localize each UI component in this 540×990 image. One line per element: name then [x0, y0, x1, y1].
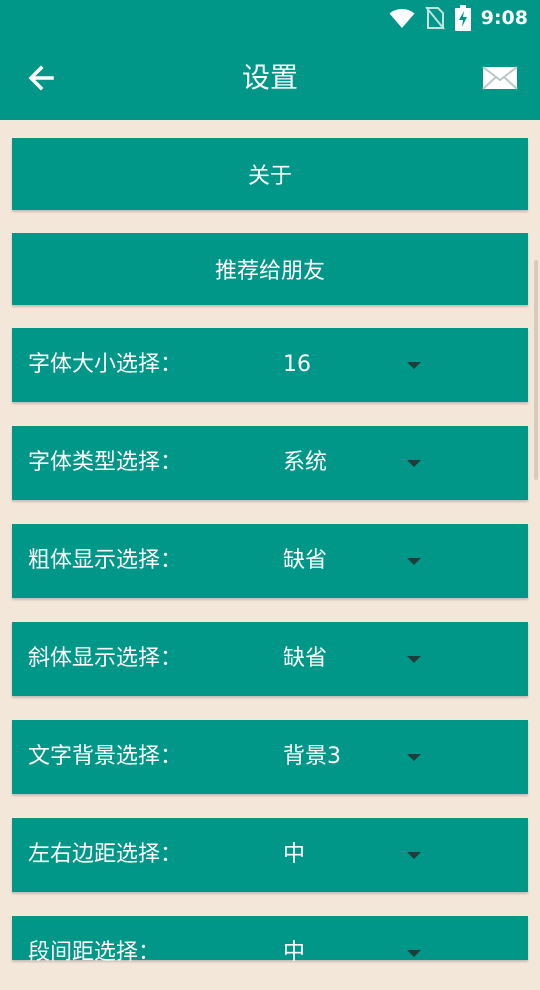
caret-down-icon	[407, 558, 421, 565]
caret-down-icon	[407, 754, 421, 761]
status-time: 9:08	[480, 7, 528, 29]
font-type-select[interactable]: 字体类型选择： 系统	[12, 426, 528, 500]
mail-icon	[482, 66, 518, 90]
status-icons: 9:08	[389, 4, 528, 32]
page-title: 设置	[241, 61, 298, 94]
setting-value: 中	[283, 842, 306, 867]
text-background-select[interactable]: 文字背景选择： 背景3	[12, 720, 528, 794]
setting-value: 缺省	[283, 548, 328, 573]
caret-down-icon	[407, 852, 421, 859]
caret-down-icon	[407, 362, 421, 369]
italic-select[interactable]: 斜体显示选择： 缺省	[12, 622, 528, 696]
about-button[interactable]: 关于	[12, 138, 528, 210]
setting-value: 16	[283, 352, 311, 377]
wifi-icon	[389, 9, 415, 28]
setting-label: 字体类型选择：	[28, 450, 183, 475]
setting-label: 字体大小选择：	[28, 352, 183, 377]
setting-label: 文字背景选择：	[28, 744, 183, 769]
settings-list: 关于 推荐给朋友 字体大小选择： 16 字体类型选择： 系统 粗体显示选择： 缺…	[0, 120, 540, 965]
paragraph-spacing-select[interactable]: 段间距选择： 中	[12, 916, 528, 965]
battery-charging-icon	[454, 5, 471, 31]
caret-down-icon	[407, 656, 421, 663]
setting-label: 段间距选择：	[28, 940, 161, 965]
margin-select[interactable]: 左右边距选择： 中	[12, 818, 528, 892]
setting-label: 左右边距选择：	[28, 842, 183, 867]
setting-label: 粗体显示选择：	[28, 548, 183, 573]
no-sim-icon	[424, 6, 445, 30]
setting-value: 缺省	[283, 646, 328, 671]
status-bar: 9:08	[0, 0, 540, 36]
caret-down-icon	[407, 950, 421, 957]
mail-button[interactable]	[482, 62, 518, 94]
setting-value: 系统	[283, 450, 328, 475]
bold-select[interactable]: 粗体显示选择： 缺省	[12, 524, 528, 598]
setting-value: 背景3	[283, 744, 341, 769]
caret-down-icon	[407, 460, 421, 467]
setting-label: 斜体显示选择：	[28, 646, 183, 671]
app-bar: 设置	[0, 36, 540, 120]
scrollbar[interactable]	[534, 260, 538, 480]
setting-value: 中	[283, 940, 306, 965]
font-size-select[interactable]: 字体大小选择： 16	[12, 328, 528, 402]
recommend-button[interactable]: 推荐给朋友	[12, 233, 528, 305]
